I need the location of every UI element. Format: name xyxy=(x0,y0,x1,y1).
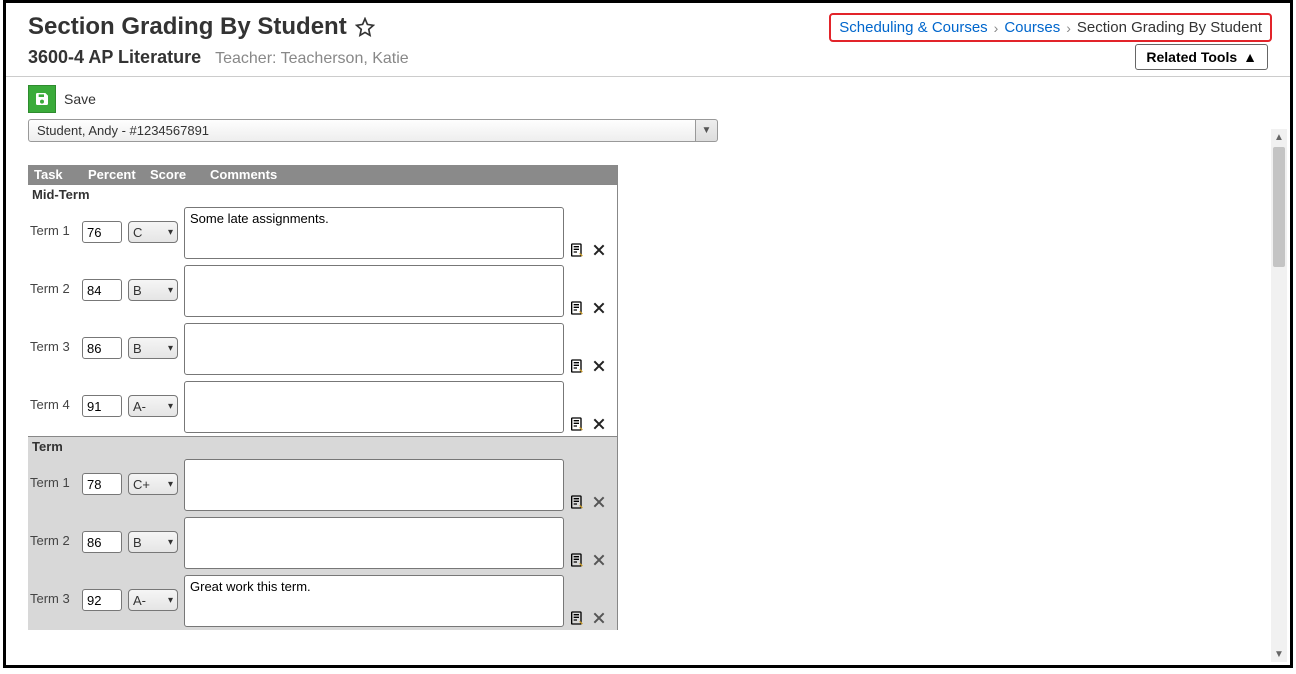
canned-comments-icon[interactable] xyxy=(568,357,586,375)
vertical-scrollbar[interactable]: ▲ ▼ xyxy=(1271,129,1287,662)
chevron-down-icon: ▾ xyxy=(168,343,173,354)
clear-comment-icon[interactable] xyxy=(590,415,608,433)
breadcrumb-link-scheduling[interactable]: Scheduling & Courses xyxy=(839,19,987,36)
star-icon[interactable] xyxy=(355,17,375,37)
grade-row: Term 4 A-▾ xyxy=(28,378,617,436)
canned-comments-icon[interactable] xyxy=(568,241,586,259)
scroll-thumb[interactable] xyxy=(1273,147,1285,267)
save-button[interactable] xyxy=(28,85,56,113)
grade-row: Term 1 C▾ xyxy=(28,204,617,262)
section-header: Mid-Term xyxy=(28,184,617,204)
scroll-up-icon[interactable]: ▲ xyxy=(1271,129,1287,145)
score-select[interactable]: A-▾ xyxy=(128,589,178,611)
dropdown-arrow-icon[interactable]: ▼ xyxy=(696,119,718,142)
chevron-down-icon: ▾ xyxy=(168,537,173,548)
term-label: Term 3 xyxy=(28,323,76,354)
comment-textarea[interactable] xyxy=(184,517,564,569)
term-label: Term 2 xyxy=(28,517,76,548)
percent-input[interactable] xyxy=(82,589,122,611)
scroll-down-icon[interactable]: ▼ xyxy=(1271,646,1287,662)
chevron-down-icon: ▾ xyxy=(168,227,173,238)
term-label: Term 2 xyxy=(28,265,76,296)
canned-comments-icon[interactable] xyxy=(568,299,586,317)
col-task: Task xyxy=(34,167,82,182)
comment-textarea[interactable] xyxy=(184,381,564,433)
teacher-label: Teacher: Teacherson, Katie xyxy=(215,50,409,68)
breadcrumb: Scheduling & Courses › Courses › Section… xyxy=(829,13,1272,42)
chevron-down-icon: ▾ xyxy=(168,285,173,296)
grade-row: Term 3 B▾ xyxy=(28,320,617,378)
related-tools-button[interactable]: Related Tools ▲ xyxy=(1135,44,1268,70)
page-title-text: Section Grading By Student xyxy=(28,13,347,41)
page-title: Section Grading By Student xyxy=(28,13,375,41)
clear-comment-icon[interactable] xyxy=(590,241,608,259)
score-select[interactable]: A-▾ xyxy=(128,395,178,417)
clear-comment-icon[interactable] xyxy=(590,609,608,627)
chevron-up-icon: ▲ xyxy=(1243,49,1257,65)
score-select[interactable]: B▾ xyxy=(128,337,178,359)
canned-comments-icon[interactable] xyxy=(568,493,586,511)
chevron-right-icon: › xyxy=(994,20,999,36)
percent-input[interactable] xyxy=(82,531,122,553)
chevron-down-icon: ▾ xyxy=(168,479,173,490)
breadcrumb-current: Section Grading By Student xyxy=(1077,19,1262,36)
term-label: Term 1 xyxy=(28,459,76,490)
term-label: Term 3 xyxy=(28,575,76,606)
grade-row: Term 1 C+▾ xyxy=(28,456,617,514)
score-select[interactable]: C+▾ xyxy=(128,473,178,495)
canned-comments-icon[interactable] xyxy=(568,415,586,433)
col-score: Score xyxy=(150,167,204,182)
comment-textarea[interactable] xyxy=(184,323,564,375)
chevron-down-icon: ▾ xyxy=(168,595,173,606)
score-select[interactable]: B▾ xyxy=(128,279,178,301)
student-select-value: Student, Andy - #1234567891 xyxy=(28,119,696,142)
comment-textarea[interactable] xyxy=(184,207,564,259)
grade-row: Term 2 B▾ xyxy=(28,262,617,320)
divider xyxy=(6,76,1290,77)
col-percent: Percent xyxy=(88,167,144,182)
grade-row: Term 3 A-▾ xyxy=(28,572,617,630)
comment-textarea[interactable] xyxy=(184,265,564,317)
student-select[interactable]: Student, Andy - #1234567891 ▼ xyxy=(28,119,718,142)
percent-input[interactable] xyxy=(82,473,122,495)
clear-comment-icon[interactable] xyxy=(590,493,608,511)
score-select[interactable]: C▾ xyxy=(128,221,178,243)
term-label: Term 1 xyxy=(28,207,76,238)
section-header: Term xyxy=(28,436,617,456)
percent-input[interactable] xyxy=(82,395,122,417)
col-comments: Comments xyxy=(210,167,277,182)
percent-input[interactable] xyxy=(82,221,122,243)
term-label: Term 4 xyxy=(28,381,76,412)
comment-textarea[interactable] xyxy=(184,575,564,627)
chevron-down-icon: ▾ xyxy=(168,401,173,412)
comment-textarea[interactable] xyxy=(184,459,564,511)
percent-input[interactable] xyxy=(82,279,122,301)
section-name: 3600-4 AP Literature xyxy=(28,47,201,68)
clear-comment-icon[interactable] xyxy=(590,299,608,317)
canned-comments-icon[interactable] xyxy=(568,551,586,569)
percent-input[interactable] xyxy=(82,337,122,359)
grid-header: Task Percent Score Comments xyxy=(28,165,617,184)
chevron-right-icon: › xyxy=(1066,20,1071,36)
save-label: Save xyxy=(64,91,96,107)
related-tools-label: Related Tools xyxy=(1146,49,1237,65)
score-select[interactable]: B▾ xyxy=(128,531,178,553)
clear-comment-icon[interactable] xyxy=(590,551,608,569)
breadcrumb-link-courses[interactable]: Courses xyxy=(1004,19,1060,36)
save-icon xyxy=(34,91,50,107)
grade-row: Term 2 B▾ xyxy=(28,514,617,572)
clear-comment-icon[interactable] xyxy=(590,357,608,375)
canned-comments-icon[interactable] xyxy=(568,609,586,627)
